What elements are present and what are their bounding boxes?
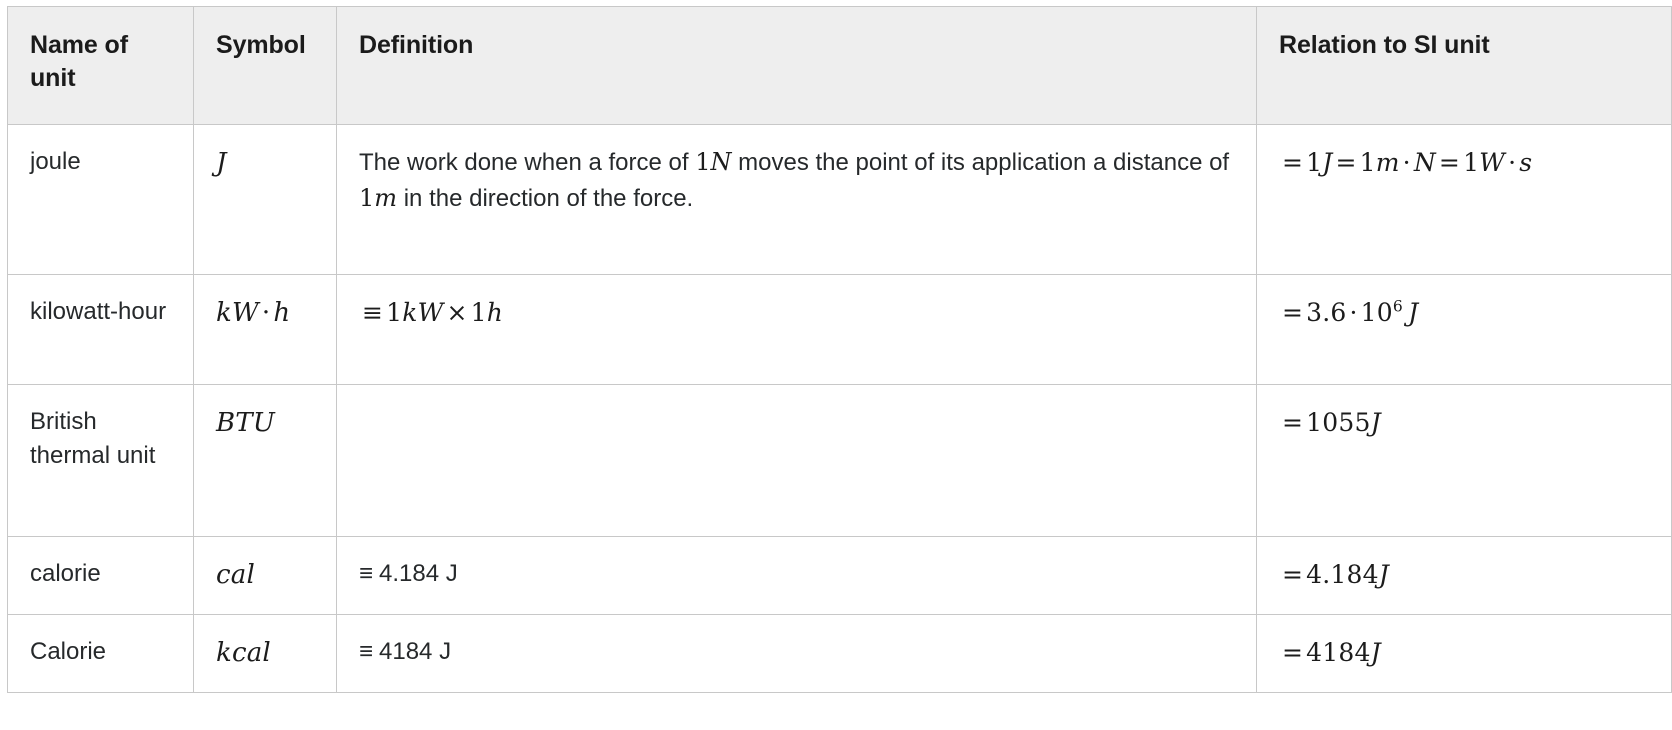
cell-definition: ≡ 4.184 J [336,536,1257,615]
math-number: 1 [1463,148,1480,177]
inline-math-one-metre: 1m [359,184,397,212]
definition-text-joule: The work done when a force of 1N moves t… [359,148,1230,212]
math-unit: m [1375,148,1400,177]
definition-value: 4184 J [379,638,452,665]
cell-unit-name: Calorie [7,614,194,693]
cell-symbol: cal [193,536,337,615]
column-header-definition: Definition [336,6,1257,125]
math-unit: N [1413,148,1436,177]
math-number: 1 [359,183,375,212]
relation-math-kilocalorie: = 4184J [1279,638,1381,667]
symbol-math-btu: BTU [216,408,275,438]
math-unit: W [1479,148,1506,177]
equivalent-sign: ≡ [359,638,374,665]
math-unit: h [273,298,291,328]
math-number: 1 [1306,148,1323,177]
cell-relation: = 1J = 1m · N = 1W · s [1256,124,1672,275]
cell-unit-name: calorie [7,536,194,615]
math-number: 1055 [1306,408,1371,437]
column-header-relation-to-si-unit: Relation to SI unit [1256,6,1672,125]
math-number: 3.6 [1306,298,1347,327]
math-unit: kW [402,298,444,327]
cell-relation: = 4.184J [1256,536,1672,615]
definition-value: 4.184 J [379,560,458,587]
cell-symbol: BTU [193,384,337,537]
cell-unit-name: kilowatt-hour [7,274,194,385]
energy-units-table: Name of unit Symbol Definition Relation … [7,6,1672,693]
symbol-math-kilocalorie: kcal [216,638,271,668]
symbol-math-joule: J [216,148,227,178]
math-number: 1 [1359,148,1376,177]
inline-math-one-newton: 1N [695,148,731,176]
relation-math-joule: = 1J = 1m · N = 1W · s [1279,148,1532,177]
math-number: 10 [1360,298,1393,327]
column-header-symbol: Symbol [193,6,337,125]
table-row: British thermal unit BTU = 1055J [7,384,1672,537]
equivalent-sign: ≡ [359,560,374,587]
table-row: Calorie kcal ≡ 4184 J = 4184J [7,614,1672,693]
math-unit: J [1408,298,1419,327]
math-equals: = [1438,148,1461,177]
cell-definition [336,384,1257,537]
cell-definition: ≡ 1kW × 1h [336,274,1257,385]
definition-text-segment: moves the point of its application a dis… [731,149,1230,176]
math-unit: J [1378,560,1389,589]
definition-plain-calorie: ≡ 4.184 J [359,560,458,587]
cell-unit-name: joule [7,124,194,275]
math-equals: = [1282,408,1304,437]
math-dot-operator: · [1402,148,1411,177]
definition-text-segment: The work done when a force of [359,149,696,176]
math-number: 4.184 [1306,560,1379,589]
cell-definition: ≡ 4184 J [336,614,1257,693]
math-number: 1 [386,298,403,327]
table-row: joule J The work done when a force of 1N… [7,124,1672,275]
symbol-math-kilowatt-hour: kW · h [216,298,290,328]
math-equals: = [1282,148,1304,177]
cell-relation: = 3.6 · 106 J [1256,274,1672,385]
math-unit: s [1519,148,1533,177]
definition-math-kilowatt-hour: ≡ 1kW × 1h [359,298,503,327]
math-unit: m [374,183,398,212]
column-header-name-of-unit: Name of unit [7,6,194,125]
cell-relation: = 4184J [1256,614,1672,693]
cell-symbol: J [193,124,337,275]
math-dot-operator: · [261,298,271,328]
symbol-math-calorie: cal [216,560,255,590]
cell-relation: = 1055J [1256,384,1672,537]
header-row: Name of unit Symbol Definition Relation … [7,6,1672,125]
math-equivalent: ≡ [362,298,384,327]
math-equals: = [1282,638,1304,667]
math-number: 1 [695,148,711,176]
cell-unit-name: British thermal unit [7,384,194,537]
math-unit: kW [216,298,259,328]
relation-math-kilowatt-hour: = 3.6 · 106 J [1279,298,1418,327]
table-header: Name of unit Symbol Definition Relation … [7,6,1672,125]
math-times-operator: × [446,298,468,327]
math-unit: J [1370,638,1381,667]
definition-plain-kilocalorie: ≡ 4184 J [359,638,451,665]
math-unit: h [486,298,504,327]
math-dot-operator: · [1508,148,1517,177]
math-number: 4184 [1306,638,1371,667]
math-dot-operator: · [1349,298,1358,327]
relation-math-calorie: = 4.184J [1279,560,1389,589]
units-table-container: Name of unit Symbol Definition Relation … [0,0,1672,730]
table-row: calorie cal ≡ 4.184 J = 4.184J [7,536,1672,615]
definition-empty [359,405,1238,406]
table-body: joule J The work done when a force of 1N… [7,124,1672,693]
math-equals: = [1335,148,1357,177]
math-unit: J [1322,148,1333,177]
relation-math-btu: = 1055J [1279,408,1381,437]
cell-symbol: kcal [193,614,337,693]
cell-symbol: kW · h [193,274,337,385]
table-row: kilowatt-hour kW · h ≡ 1kW × 1h = 3.6 · 106 J [7,274,1672,385]
math-exponent: 6 [1392,297,1403,316]
math-number: 1 [470,298,487,327]
definition-text-segment: in the direction of the force. [397,184,694,212]
math-equals: = [1282,560,1304,589]
math-unit: N [710,148,732,176]
math-equals: = [1282,298,1304,327]
cell-definition: The work done when a force of 1N moves t… [336,124,1257,275]
math-unit: J [1370,408,1381,437]
